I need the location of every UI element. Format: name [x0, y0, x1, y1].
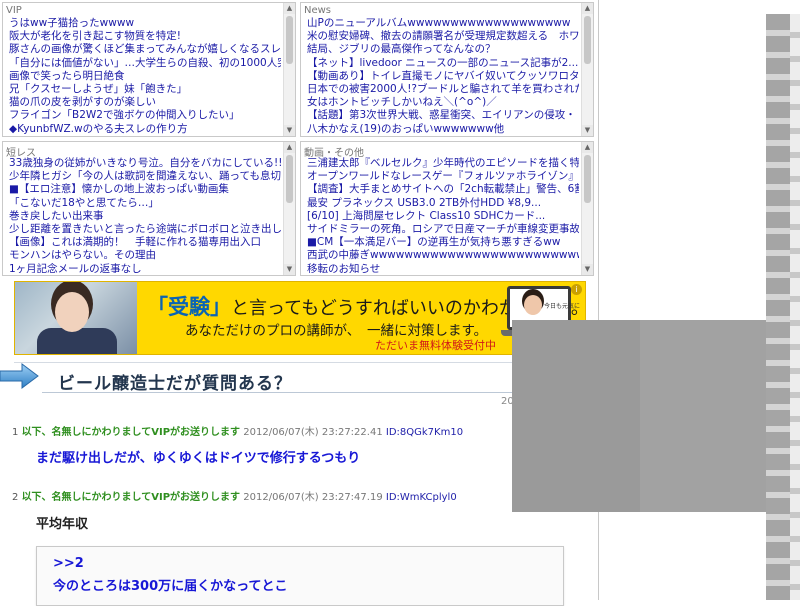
laptop-screen-text: 今日も元気に: [544, 303, 581, 310]
feed-link[interactable]: 結局、ジブリの最高傑作ってなんなの？: [307, 43, 579, 56]
post-name: 以下、名無しにかわりましてVIPがお送りします: [21, 492, 241, 503]
feed-scrollbar[interactable]: ▲ ▼: [581, 3, 593, 136]
feed-title: VIP: [6, 5, 22, 16]
feed-link[interactable]: うはww子猫拾ったwwww: [9, 17, 281, 30]
feed-vip: VIP うはww子猫拾ったwwww 阪大が老化を引き起こす物質を特定! 豚さんの画像…: [2, 2, 296, 137]
feed-link[interactable]: オープンワールドなレースゲー『フォルツァホライゾン』E3プレ...: [307, 170, 579, 183]
grey-overlay-block: [512, 320, 640, 512]
striped-edge: [766, 14, 790, 600]
feed-link[interactable]: 猫の爪の皮を剥がすのが楽しい: [9, 96, 281, 109]
feed-link[interactable]: 1ヶ月記念メールの返事なし: [9, 263, 281, 273]
feed-link[interactable]: 移転のお知らせ: [307, 263, 579, 273]
feed-link[interactable]: ■【エロ注意】懐かしの地上波おっぱい動画集: [9, 183, 281, 196]
feed-link[interactable]: 巻き戻したい出来事: [9, 210, 281, 223]
feed-link[interactable]: 「こないだ18やと思てたら…」: [9, 197, 281, 210]
scroll-down-icon[interactable]: ▼: [582, 125, 593, 136]
feed-link[interactable]: 【話題】第3次世界大戦、惑星衝突、エイリアンの侵攻・・・2...: [307, 109, 579, 122]
scroll-thumb[interactable]: [286, 16, 293, 64]
post-header: 1 以下、名無しにかわりましてVIPがお送りします 2012/06/07(木) …: [12, 423, 463, 438]
scroll-thumb[interactable]: [286, 155, 293, 203]
feed-link[interactable]: 米の慰安婦碑、撤去の請願署名が受理規定数超える ホワイトハウ...: [307, 30, 579, 43]
feed-link[interactable]: 阪大が老化を引き起こす物質を特定!: [9, 30, 281, 43]
post-id[interactable]: ID:WmKCplyl0: [386, 492, 457, 503]
post-number[interactable]: 2: [12, 492, 18, 503]
feed-link[interactable]: 【画像】これは満期的！ 手軽に作れる猫専用出入口: [9, 236, 281, 249]
feed-link[interactable]: 33歳独身の従姉がいきなり号泣。自分をバカにしている!!と…: [9, 157, 281, 170]
ad-cta: ただいま無料体験受付中: [375, 339, 496, 352]
feed-link[interactable]: 「自分には価値がない」…大学生らの自殺、初の1000人突破 …: [9, 57, 281, 70]
student-face-shape: [55, 292, 89, 332]
thread-title: ビール醸造士だが質問ある？: [58, 374, 292, 394]
feed-title: News: [304, 5, 332, 16]
feed-link[interactable]: 女はホントビッチしかいねえ＼(^o^)／: [307, 96, 579, 109]
scroll-up-icon[interactable]: ▲: [582, 142, 593, 153]
reply-text: 今のところは300万に届くかなってとこ: [53, 579, 288, 594]
post-body: まだ駆け出しだが、ゆくゆくはドイツで修行するつもり: [36, 451, 361, 466]
main-column: VIP うはww子猫拾ったwwww 阪大が老化を引き起こす物質を特定! 豚さんの画像…: [0, 0, 599, 606]
feed-short: 短レス 33歳独身の従姉がいきなり号泣。自分をバカにしている!!と… 少年隣ヒガシ…: [2, 141, 296, 276]
scroll-down-icon[interactable]: ▼: [284, 264, 295, 275]
title-divider: [14, 362, 598, 363]
post-header: 2 以下、名無しにかわりましてVIPがお送りします 2012/06/07(木) …: [12, 488, 457, 503]
feed-list: うはww子猫拾ったwwww 阪大が老化を引き起こす物質を特定! 豚さんの画像が驚くほ…: [9, 17, 281, 134]
feed-link[interactable]: 【調査】大手まとめサイトへの「2ch転載禁止」警告、6割が支...: [307, 183, 579, 196]
page: VIP うはww子猫拾ったwwww 阪大が老化を引き起こす物質を特定! 豚さんの画像…: [0, 0, 800, 606]
feed-link[interactable]: ■CM【一本満足バー】の逆再生が気持ち悪すぎるww: [307, 236, 579, 249]
feed-list: 山Pのニューアルバムwwwwwwwwwwwwwwwwwww 米の慰安婦碑、撤去の請…: [307, 17, 579, 134]
ad-photo-student: [15, 282, 137, 354]
feed-link[interactable]: 山Pのニューアルバムwwwwwwwwwwwwwwwwwww: [307, 17, 579, 30]
feed-link[interactable]: 兄「クスセーしようぜ」妹「飽きた」: [9, 83, 281, 96]
post-number[interactable]: 1: [12, 427, 18, 438]
feed-video: 動画・その他 三浦建太郎『ベルセルク』少年時代のエピソードを描く特別編が...オ…: [300, 141, 594, 276]
grey-overlay-block: [640, 320, 766, 512]
post-id[interactable]: ID:8QGk7Km10: [386, 427, 463, 438]
feed-link[interactable]: サイドミラーの死角。ロシアで日産マーチが車線変更事故。の他ジ...: [307, 223, 579, 236]
reply-anchor-link[interactable]: >>2: [53, 556, 84, 571]
feed-list: 33歳独身の従姉がいきなり号泣。自分をバカにしている!!と… 少年隣ヒガシ「今の人…: [9, 157, 281, 273]
ad-headline-emphasis: 「受験」: [147, 295, 231, 319]
arrow-right-icon: [0, 363, 39, 389]
scroll-up-icon[interactable]: ▲: [284, 3, 295, 14]
feed-grid: VIP うはww子猫拾ったwwww 阪大が老化を引き起こす物質を特定! 豚さんの画像…: [2, 2, 596, 276]
feed-scrollbar[interactable]: ▲ ▼: [581, 142, 593, 275]
feed-link[interactable]: 画像で笑ったら明日絶食: [9, 70, 281, 83]
scroll-down-icon[interactable]: ▼: [582, 264, 593, 275]
striped-edge: [790, 14, 800, 600]
feed-link[interactable]: モンハンはやらない。その理由: [9, 249, 281, 262]
feed-link[interactable]: 少年隣ヒガシ「今の人は歌詞を間違えない、踊っても息切れしない...: [9, 170, 281, 183]
feed-scrollbar[interactable]: ▲ ▼: [283, 3, 295, 136]
feed-link[interactable]: フライゴン「B2W2で強ボケの仲間入りしたい」: [9, 109, 281, 122]
feed-link[interactable]: 最安 プラネックス USB3.0 2TB外付HDD ¥8,9...: [307, 197, 579, 210]
post-date: 2012/06/07(木) 23:27:47.19: [243, 492, 383, 503]
feed-link[interactable]: ◆KyunbfWZ.wのやる夫スレの作り方: [9, 123, 281, 134]
ad-info-icon[interactable]: i: [571, 284, 582, 295]
feed-link[interactable]: 日本での被害2000人!?ブードルと騙されて羊を買わされた話: [307, 83, 579, 96]
feed-link[interactable]: 【ネット】livedoor ニュースの一部のニュース記事が2...: [307, 57, 579, 70]
feed-link[interactable]: 少し距離を置きたいと言ったら途端にボロボロと泣き出した: [9, 223, 281, 236]
tutor-icon: [524, 295, 542, 315]
feed-link[interactable]: 三浦建太郎『ベルセルク』少年時代のエピソードを描く特別編が...: [307, 157, 579, 170]
scroll-up-icon[interactable]: ▲: [284, 142, 295, 153]
post-body: 平均年収: [36, 517, 89, 532]
post-name: 以下、名無しにかわりましてVIPがお送りします: [21, 427, 241, 438]
scroll-thumb[interactable]: [584, 155, 591, 203]
feed-list: 三浦建太郎『ベルセルク』少年時代のエピソードを描く特別編が...オープンワールド…: [307, 157, 579, 273]
feed-scrollbar[interactable]: ▲ ▼: [283, 142, 295, 275]
scroll-thumb[interactable]: [584, 16, 591, 64]
ad-banner[interactable]: 「受験」と言ってもどうすればいいのかわからない。 あなただけのプロの講師が、 一…: [14, 281, 586, 355]
student-body-shape: [37, 328, 117, 354]
feed-link[interactable]: 豚さんの画像が驚くほど集まってみんなが嬉しくなるスレ: [9, 43, 281, 56]
feed-link[interactable]: 【動画あり】トイレ直撮モノにヤバイ奴いてクッソワロタwwww...: [307, 70, 579, 83]
feed-link[interactable]: 八木かなえ(19)のおっぱいwwwwwww他: [307, 123, 579, 134]
scroll-down-icon[interactable]: ▼: [284, 125, 295, 136]
feed-link[interactable]: [6/10] 上海問屋セレクト Class10 SDHCカード...: [307, 210, 579, 223]
reply-box: >>2 今のところは300万に届くかなってとこ: [36, 546, 564, 606]
post-date: 2012/06/07(木) 23:27:22.41: [243, 427, 383, 438]
ad-subline: あなただけのプロの講師が、 一緒に対策します。: [185, 323, 488, 339]
feed-news: News 山Pのニューアルバムwwwwwwwwwwwwwwwwwww 米の慰安婦碑…: [300, 2, 594, 137]
feed-link[interactable]: 西武の中藤ぎwwwwwwwwwwwwwwwwwwwwwwwwwww: [307, 249, 579, 262]
scroll-up-icon[interactable]: ▲: [582, 3, 593, 14]
